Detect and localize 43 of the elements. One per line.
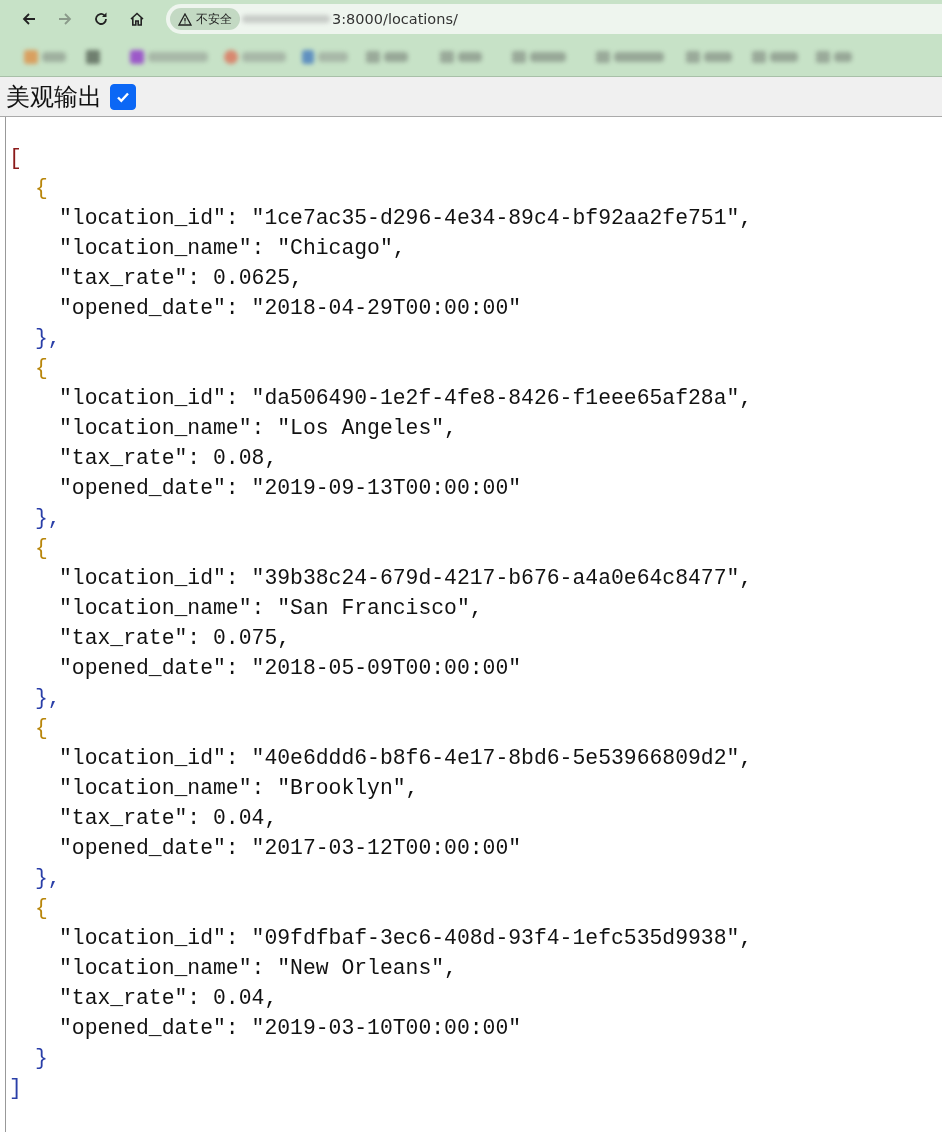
- json-line: "location_name": "San Francisco",: [59, 595, 483, 622]
- json-line: "opened_date": "2018-05-09T00:00:00": [59, 655, 522, 682]
- json-line: "location_id": "09fdfbaf-3ec6-408d-93f4-1efc535d9938",: [59, 925, 753, 952]
- reload-icon: [93, 11, 109, 27]
- json-bracket: },: [35, 505, 61, 532]
- pretty-print-label: 美观输出: [6, 81, 102, 113]
- json-bracket: [: [9, 145, 22, 172]
- json-bracket: },: [35, 865, 61, 892]
- pretty-print-checkbox[interactable]: [110, 83, 136, 110]
- json-line: "tax_rate": 0.0625,: [59, 265, 303, 292]
- json-line: "location_id": "da506490-1e2f-4fe8-8426-f1eee65af28a",: [59, 385, 753, 412]
- json-line: "location_name": "Brooklyn",: [59, 775, 419, 802]
- json-bracket: {: [35, 175, 48, 202]
- json-line: "opened_date": "2018-04-29T00:00:00": [59, 295, 522, 322]
- json-line: "location_id": "39b38c24-679d-4217-b676-a4a0e64c8477",: [59, 565, 753, 592]
- json-line: "tax_rate": 0.04,: [59, 985, 278, 1012]
- json-line: "location_name": "New Orleans",: [59, 955, 457, 982]
- json-line: "tax_rate": 0.08,: [59, 445, 278, 472]
- url-text: 3:8000/locations/: [332, 11, 458, 27]
- json-bracket: },: [35, 685, 61, 712]
- json-line: "opened_date": "2019-09-13T00:00:00": [59, 475, 522, 502]
- json-bracket: {: [35, 895, 48, 922]
- security-label: 不安全: [196, 10, 232, 28]
- json-line: "location_id": "40e6ddd6-b8f6-4e17-8bd6-5e53966809d2",: [59, 745, 753, 772]
- json-bracket: {: [35, 355, 48, 382]
- json-bracket: ]: [9, 1075, 22, 1102]
- json-line: "opened_date": "2017-03-12T00:00:00": [59, 835, 522, 862]
- json-bracket: },: [35, 325, 61, 352]
- home-icon: [129, 11, 145, 27]
- address-bar[interactable]: 不安全 3:8000/locations/: [166, 4, 942, 34]
- json-line: "location_name": "Los Angeles",: [59, 415, 457, 442]
- forward-arrow-icon: [57, 11, 73, 27]
- json-bracket: {: [35, 715, 48, 742]
- json-bracket: {: [35, 535, 48, 562]
- json-line: "tax_rate": 0.04,: [59, 805, 278, 832]
- json-line: "opened_date": "2019-03-10T00:00:00": [59, 1015, 522, 1042]
- json-bracket: }: [35, 1045, 48, 1072]
- json-line: "location_name": "Chicago",: [59, 235, 406, 262]
- json-line: "location_id": "1ce7ac35-d296-4e34-89c4-bf92aa2fe751",: [59, 205, 753, 232]
- back-arrow-icon: [21, 11, 37, 27]
- json-line: "tax_rate": 0.075,: [59, 625, 291, 652]
- warning-icon: [178, 12, 192, 26]
- security-chip[interactable]: 不安全: [170, 8, 240, 30]
